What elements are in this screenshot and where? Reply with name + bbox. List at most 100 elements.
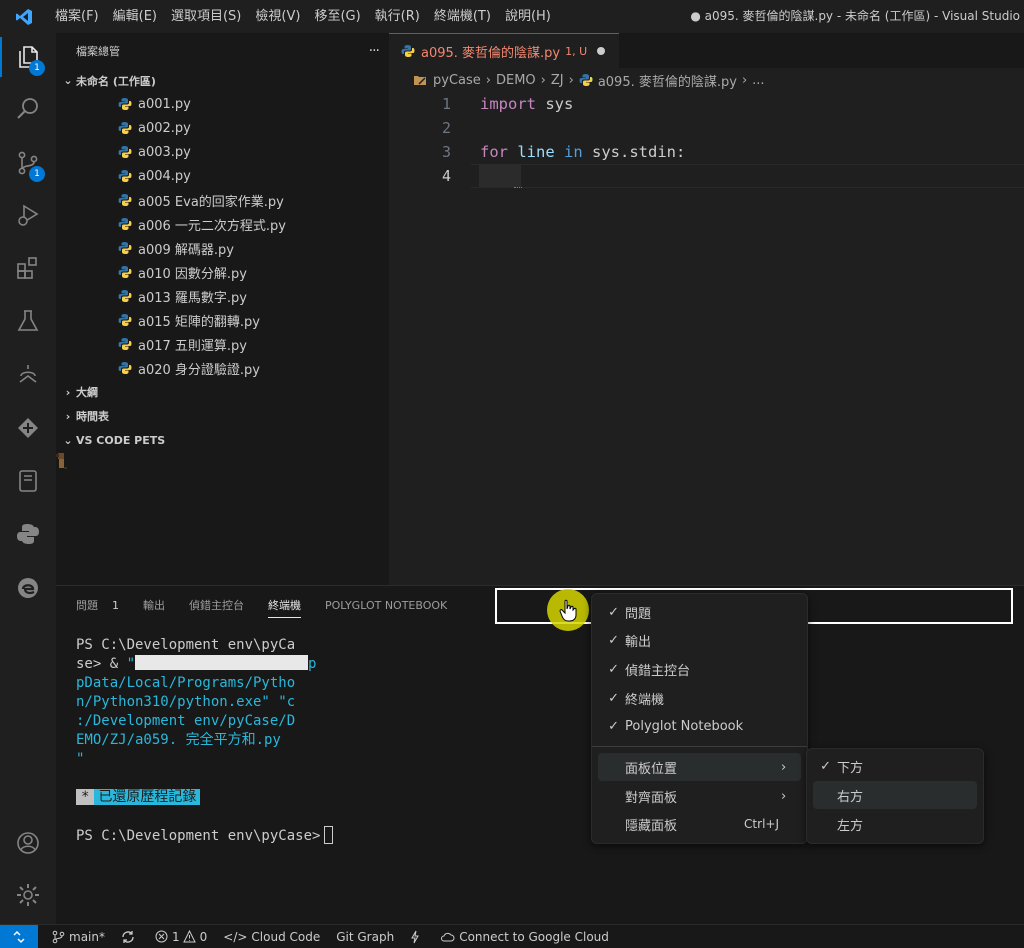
file-item[interactable]: a002.py	[56, 116, 389, 140]
google-cloud-button[interactable]: Connect to Google Cloud	[432, 930, 617, 944]
python-file-icon	[118, 97, 132, 111]
terminal-cursor	[324, 826, 334, 844]
explorer-sidebar: 檔案總管 ··· ⌄ 未命名 (工作區) a001.py a002.py a003.…	[56, 33, 389, 585]
extensions-icon	[17, 257, 37, 279]
file-name: a006 一元二次方程式.py	[138, 218, 286, 234]
edge-devtools-button[interactable]	[0, 564, 56, 612]
extensions-button[interactable]	[0, 244, 56, 292]
file-item[interactable]: a017 五則運算.py	[56, 332, 389, 356]
menu-position-right[interactable]: 右方	[813, 781, 977, 809]
breadcrumb-zj[interactable]: ZJ	[551, 73, 564, 88]
menu-run[interactable]: 執行(R)	[368, 0, 427, 33]
branch-name: main*	[69, 929, 105, 944]
file-name: a013 羅馬數字.py	[138, 290, 247, 306]
file-item[interactable]: a010 因數分解.py	[56, 260, 389, 284]
timeline-section-header[interactable]: › 時間表	[56, 404, 389, 428]
menu-hide-panel[interactable]: 隱藏面板 Ctrl+J	[598, 810, 801, 838]
tab-problems[interactable]: 問題 1	[76, 586, 119, 626]
menu-toggle-polyglot[interactable]: ✓ Polyglot Notebook	[598, 712, 801, 740]
accounts-button[interactable]	[0, 819, 56, 867]
remote-icon	[13, 930, 25, 943]
shortcut-label: Ctrl+J	[744, 817, 779, 831]
file-item[interactable]: a013 羅馬數字.py	[56, 284, 389, 308]
pet-dog-icon[interactable]	[56, 451, 68, 471]
menu-help[interactable]: 說明(H)	[498, 0, 558, 33]
vscode-logo-icon	[0, 0, 48, 33]
tab-terminal[interactable]: 終端機	[268, 586, 301, 626]
remote-explorer-button[interactable]	[0, 351, 56, 399]
file-item[interactable]: a003.py	[56, 140, 389, 164]
outline-section-header[interactable]: › 大綱	[56, 380, 389, 404]
manage-button[interactable]	[0, 871, 56, 919]
source-control-button[interactable]: 1	[0, 139, 56, 187]
search-button[interactable]	[0, 85, 56, 133]
tab-polyglot-notebook[interactable]: POLYGLOT NOTEBOOK	[325, 586, 447, 626]
python-button[interactable]	[0, 510, 56, 558]
menu-edit[interactable]: 編輯(E)	[106, 0, 164, 33]
menu-go[interactable]: 移至(G)	[307, 0, 367, 33]
lightning-button[interactable]	[402, 930, 432, 944]
file-item[interactable]: a005 Eva的回家作業.py	[56, 188, 389, 212]
python-file-icon	[118, 313, 132, 327]
menu-label: 隱藏面板	[625, 818, 678, 834]
line-number-current: 4	[441, 167, 451, 185]
file-name: a002.py	[138, 120, 191, 136]
tab-debug-console[interactable]: 偵錯主控台	[189, 586, 244, 626]
unsaved-dot-icon[interactable]	[597, 47, 606, 55]
file-name: a015 矩陣的翻轉.py	[138, 314, 260, 330]
workspace-section-header[interactable]: ⌄ 未命名 (工作區)	[56, 69, 389, 92]
notebook-icon	[19, 470, 37, 492]
menu-position-left[interactable]: 左方	[813, 810, 977, 838]
menu-selection[interactable]: 選取項目(S)	[164, 0, 248, 33]
terminal-line: :/Development env/pyCase/D	[76, 713, 296, 729]
file-item[interactable]: a020 身分證驗證.py	[56, 356, 389, 380]
menu-file[interactable]: 檔案(F)	[48, 0, 106, 33]
remote-indicator-button[interactable]	[0, 924, 38, 948]
menu-label: 終端機	[625, 692, 665, 708]
testing-button[interactable]	[0, 297, 56, 345]
file-item[interactable]: a006 一元二次方程式.py	[56, 212, 389, 236]
problems-status-button[interactable]: 1 0	[147, 930, 215, 944]
file-item[interactable]: a009 解碼器.py	[56, 236, 389, 260]
code-line: 3 for line in sys.stdin:	[389, 140, 1024, 164]
menu-align-panel[interactable]: 對齊面板 ›	[598, 782, 801, 810]
menu-label: 下方	[837, 760, 864, 776]
git-graph-button[interactable]	[0, 404, 56, 452]
menu-terminal[interactable]: 終端機(T)	[427, 0, 498, 33]
file-name: a009 解碼器.py	[138, 242, 234, 258]
pets-section-header[interactable]: ⌄ VS CODE PETS	[56, 428, 389, 452]
cloud-code-button[interactable]: </> Cloud Code	[215, 930, 328, 944]
menu-toggle-debug-console[interactable]: ✓ 偵錯主控台	[598, 655, 801, 683]
explorer-button[interactable]: 1	[0, 33, 56, 81]
menu-panel-position[interactable]: 面板位置 ›	[598, 753, 801, 781]
more-actions-button[interactable]: ···	[369, 43, 380, 59]
redacted-block	[135, 655, 309, 670]
file-item[interactable]: a004.py	[56, 164, 389, 188]
menu-toggle-problems[interactable]: ✓ 問題	[598, 598, 801, 626]
hand-pointer-icon	[559, 599, 577, 622]
run-debug-button[interactable]	[0, 191, 56, 239]
menu-position-bottom[interactable]: ✓ 下方	[813, 752, 977, 780]
menu-toggle-output[interactable]: ✓ 輸出	[598, 626, 801, 654]
breadcrumb-symbols[interactable]: ...	[752, 73, 764, 88]
file-item[interactable]: a001.py	[56, 92, 389, 116]
terminal-string: p	[308, 656, 317, 672]
git-graph-status-button[interactable]: Git Graph	[328, 930, 402, 944]
menu-toggle-terminal[interactable]: ✓ 終端機	[598, 684, 801, 712]
breadcrumb-pycase[interactable]: pyCase	[433, 73, 481, 88]
sync-button[interactable]	[113, 930, 147, 944]
breadcrumb-demo[interactable]: DEMO	[496, 73, 536, 88]
file-item[interactable]: a015 矩陣的翻轉.py	[56, 308, 389, 332]
terminal-output[interactable]: PS C:\Development env\pyCa se> & " p pDat…	[76, 636, 336, 845]
notebook-button[interactable]	[0, 457, 56, 505]
restored-message: 已還原歷程記錄	[94, 789, 201, 805]
menu-view[interactable]: 檢視(V)	[248, 0, 307, 33]
editor-tab-active[interactable]: a095. 麥哲倫的陰謀.py 1, U	[389, 33, 620, 68]
breadcrumb-file[interactable]: a095. 麥哲倫的陰謀.py	[598, 71, 737, 90]
tab-output[interactable]: 輸出	[143, 586, 165, 626]
history-restored-badge: * 已還原歷程記錄	[76, 788, 201, 807]
problems-count-badge: 1	[112, 599, 119, 612]
code-editor[interactable]: 1 import sys 2 3 for line in sys.stdin: …	[389, 92, 1024, 188]
git-branch-button[interactable]: main*	[44, 930, 113, 944]
